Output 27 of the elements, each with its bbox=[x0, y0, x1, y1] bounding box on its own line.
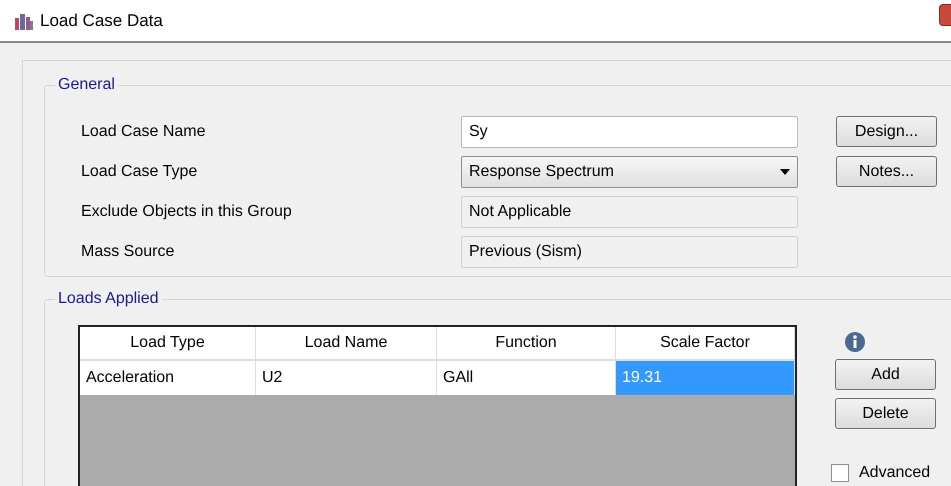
table-cell[interactable]: GAll bbox=[437, 361, 616, 395]
dialog-button[interactable]: Design... bbox=[836, 116, 937, 147]
readonly-field: Previous (Sism) bbox=[461, 236, 798, 268]
dialog-button[interactable]: Notes... bbox=[836, 156, 937, 187]
checkbox[interactable] bbox=[831, 464, 849, 482]
field-label: Load Case Type bbox=[81, 162, 198, 182]
info-icon[interactable] bbox=[845, 332, 865, 352]
app-icon bbox=[14, 12, 34, 30]
field-label: Exclude Objects in this Group bbox=[81, 202, 293, 222]
field-label: Load Case Name bbox=[81, 122, 207, 142]
dropdown-value: Response Spectrum bbox=[469, 162, 614, 182]
readonly-field: Not Applicable bbox=[461, 196, 798, 228]
column-header[interactable]: Load Type bbox=[80, 327, 256, 361]
field-label: Mass Source bbox=[81, 242, 176, 262]
dialog-button[interactable]: Add bbox=[835, 359, 936, 390]
dropdown[interactable]: Response Spectrum bbox=[461, 156, 798, 188]
dialog-button[interactable]: Delete bbox=[835, 398, 936, 429]
close-button[interactable] bbox=[939, 4, 951, 26]
column-header[interactable]: Scale Factor bbox=[616, 327, 795, 361]
table-cell[interactable]: U2 bbox=[256, 361, 437, 395]
column-header[interactable]: Load Name bbox=[256, 327, 437, 361]
checkbox-label: Advanced bbox=[859, 463, 930, 483]
table-cell[interactable]: Acceleration bbox=[80, 361, 256, 395]
caret-icon bbox=[780, 169, 790, 175]
window-title: Load Case Data bbox=[40, 10, 163, 32]
column-header[interactable]: Function bbox=[437, 327, 616, 361]
text-field[interactable]: Sy bbox=[461, 116, 798, 148]
